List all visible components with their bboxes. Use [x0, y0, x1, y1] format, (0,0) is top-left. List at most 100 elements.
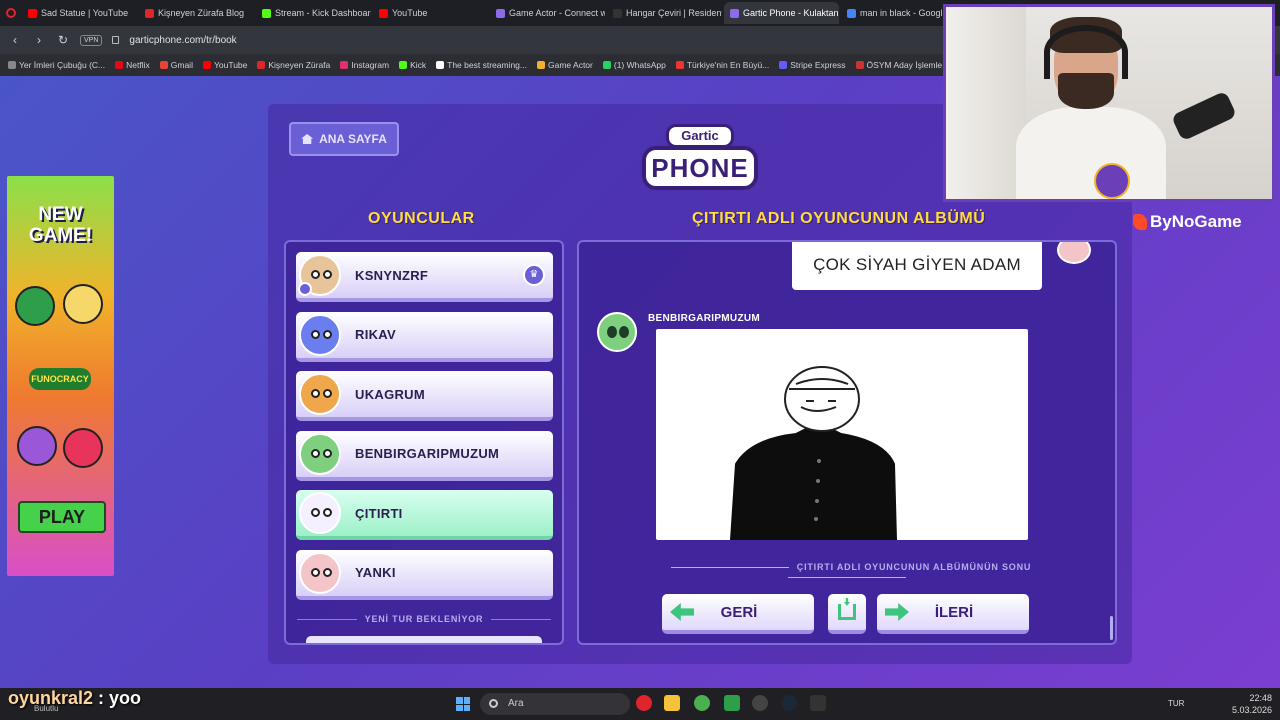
- bookmark-label: Gmail: [170, 60, 193, 70]
- browser-tab[interactable]: Gartic Phone - Kulaktan K: [724, 2, 839, 24]
- thumbs-up-icon: [15, 286, 55, 326]
- vpn-badge[interactable]: VPN: [80, 34, 103, 46]
- download-icon: [838, 604, 856, 620]
- album-panel: ÇOK SİYAH GİYEN ADAM BENBIRGARIPMUZUM ÇI…: [577, 240, 1117, 645]
- reload-icon[interactable]: ↻: [56, 33, 70, 47]
- file-explorer-icon[interactable]: [664, 695, 680, 711]
- windows-start-icon[interactable]: [456, 697, 470, 711]
- player-card[interactable]: ÇITIRTI: [296, 490, 553, 540]
- stream-chat-message: oyunkral2 : yoo: [8, 688, 141, 709]
- search-icon: [489, 699, 498, 708]
- chat-username: oyunkral2: [8, 688, 94, 708]
- player-card[interactable]: RIKAV: [296, 311, 553, 362]
- tab-favicon-icon: [847, 8, 856, 18]
- bookmark-item[interactable]: Gmail: [159, 60, 193, 70]
- character-face-icon: [63, 284, 103, 324]
- bookmark-favicon-icon: [536, 61, 545, 69]
- discord-icon[interactable]: [752, 695, 768, 711]
- bookmark-item[interactable]: (1) WhatsApp: [602, 60, 666, 70]
- bookmark-favicon-icon: [8, 61, 16, 69]
- player-card[interactable]: BENBIRGARIPMUZUM: [296, 430, 553, 481]
- lock-icon[interactable]: [112, 36, 120, 44]
- bookmark-item[interactable]: Yer İmleri Çubuğu (C...: [8, 60, 105, 70]
- avatar-eye: [607, 326, 617, 338]
- browser-tab[interactable]: Game Actor - Connect wit: [490, 2, 605, 24]
- bookmark-favicon-icon: [855, 61, 864, 69]
- url-field[interactable]: garticphone.com/tr/book: [129, 35, 236, 46]
- webcam-person: [1016, 107, 1166, 199]
- players-title: OYUNCULAR: [368, 210, 475, 227]
- ad-title: NEW GAME!: [28, 204, 93, 246]
- player-avatar: [299, 492, 341, 534]
- tab-favicon-icon: [379, 8, 388, 18]
- browser-tab[interactable]: YouTube: [373, 2, 488, 24]
- ad-play-button[interactable]: PLAY: [18, 501, 106, 533]
- bookmark-item[interactable]: Stripe Express: [779, 60, 846, 70]
- bookmark-label: YouTube: [213, 60, 248, 70]
- host-badge-icon: [298, 282, 312, 296]
- tab-label: Gartic Phone - Kulaktan K: [743, 8, 839, 18]
- bookmark-item[interactable]: Kick: [399, 60, 426, 70]
- chat-text: : yoo: [93, 688, 142, 708]
- tab-favicon-icon: [28, 8, 37, 18]
- player-name: RIKAV: [355, 327, 396, 342]
- bookmark-item[interactable]: Kişneyen Zürafa: [257, 60, 330, 70]
- clock-date: 5.03.2026: [1231, 705, 1272, 715]
- browser-tab[interactable]: Stream - Kick Dashboard: [256, 2, 371, 24]
- download-button[interactable]: [828, 594, 866, 634]
- bookmark-label: Netflix: [126, 60, 150, 70]
- bookmark-item[interactable]: Netflix: [115, 60, 150, 70]
- bookmark-favicon-icon: [340, 61, 349, 69]
- tab-label: Hangar Çeviri | Resident E: [626, 8, 722, 18]
- back-icon[interactable]: ‹: [8, 33, 22, 47]
- taskbar-search[interactable]: Ara: [480, 693, 630, 715]
- language-indicator[interactable]: TUR: [1168, 699, 1184, 708]
- browser-tab[interactable]: man in black - Google'da: [841, 2, 956, 24]
- tab-label: Sad Statue | YouTube: [41, 8, 129, 18]
- player-name: KSNYNZRF: [355, 267, 429, 283]
- sponsor-name: ByNoGame: [1150, 212, 1242, 231]
- epic-games-icon[interactable]: [810, 695, 826, 711]
- home-icon: [301, 134, 314, 144]
- xbox-icon[interactable]: [724, 695, 740, 711]
- next-button-label: İLERİ: [934, 603, 974, 621]
- bookmark-favicon-icon: [779, 61, 788, 69]
- bookmark-item[interactable]: Instagram: [340, 60, 389, 70]
- forward-icon[interactable]: ›: [32, 33, 46, 47]
- home-button[interactable]: ANA SAYFA: [289, 122, 399, 156]
- album-scrollbar[interactable]: [1110, 616, 1113, 640]
- opera-taskbar-icon[interactable]: [636, 695, 652, 711]
- bookmark-favicon-icon: [257, 61, 266, 69]
- back-button-label: GERİ: [720, 603, 758, 621]
- side-advertisement[interactable]: NEW GAME! FUNOCRACY PLAY: [7, 176, 114, 576]
- tab-label: man in black - Google'da: [860, 8, 956, 18]
- bookmark-item[interactable]: The best streaming...: [436, 60, 527, 70]
- system-clock[interactable]: 22:48 5.03.2026: [1232, 692, 1272, 716]
- steam-icon[interactable]: [781, 695, 797, 711]
- bookmark-label: Instagram: [351, 60, 390, 70]
- next-button[interactable]: İLERİ: [877, 594, 1029, 634]
- bookmark-item[interactable]: YouTube: [202, 60, 248, 70]
- logo-top-text: Gartic: [666, 124, 734, 148]
- bookmark-label: ÖSYM Aday İşlemle...: [866, 60, 950, 70]
- tab-label: Game Actor - Connect wit: [509, 8, 605, 18]
- player-card[interactable]: UKAGRUM: [296, 371, 553, 421]
- back-button[interactable]: GERİ: [662, 594, 814, 634]
- player-card[interactable]: KSNYNZRF ♛: [296, 252, 553, 302]
- bookmark-item[interactable]: ÖSYM Aday İşlemle...: [855, 60, 950, 70]
- player-name: YANKI: [355, 565, 396, 580]
- tab-label: Kişneyen Zürafa Blog: [158, 8, 245, 18]
- browser-tab[interactable]: Sad Statue | YouTube: [22, 2, 137, 24]
- bookmark-label: The best streaming...: [447, 60, 527, 70]
- bookmark-label: Yer İmleri Çubuğu (C...: [19, 60, 106, 70]
- ad-brand: FUNOCRACY: [29, 368, 91, 390]
- player-card[interactable]: YANKI: [296, 549, 553, 600]
- browser-tab[interactable]: Hangar Çeviri | Resident E: [607, 2, 722, 24]
- chrome-icon[interactable]: [694, 695, 710, 711]
- player-name: ÇITIRTI: [355, 505, 403, 521]
- bookmark-item[interactable]: Türkiye'nin En Büyü...: [675, 60, 769, 70]
- bookmark-item[interactable]: Game Actor: [536, 60, 593, 70]
- browser-tab[interactable]: Kişneyen Zürafa Blog: [139, 2, 254, 24]
- opera-logo-icon[interactable]: [6, 8, 16, 18]
- tab-list: Sad Statue | YouTube Kişneyen Zürafa Blog…: [20, 2, 956, 24]
